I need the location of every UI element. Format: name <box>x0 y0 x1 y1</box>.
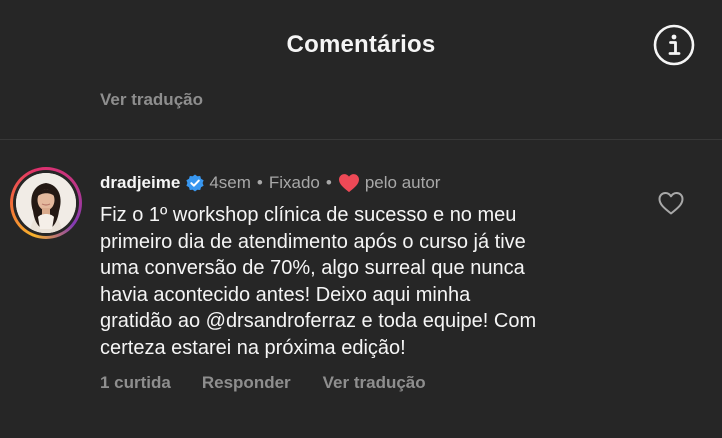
avatar-story-ring[interactable] <box>10 167 82 239</box>
comment-divider <box>0 139 722 140</box>
comment-body: Fiz o 1º workshop clínica de sucesso e n… <box>100 202 640 361</box>
liked-by-author-label: pelo autor <box>364 173 441 192</box>
comment-line: havia acontecido antes! Deixo aqui minha <box>100 283 471 306</box>
comment-line: uma conversão de 70%, algo surreal que n… <box>100 257 525 279</box>
comment-line: primeiro dia de atendimento após o curso… <box>100 230 526 253</box>
info-icon[interactable] <box>653 24 695 66</box>
comment-time: 4sem <box>209 173 251 192</box>
translate-button[interactable]: Ver tradução <box>323 373 426 393</box>
likes-count-button[interactable]: 1 curtida <box>100 373 171 393</box>
page-title: Comentários <box>286 31 436 58</box>
meta-separator: • <box>256 173 263 192</box>
previous-comment-translate-link[interactable]: Ver tradução <box>100 90 203 110</box>
heart-filled-icon <box>338 174 359 193</box>
reply-button[interactable]: Responder <box>202 373 291 393</box>
verified-badge-icon <box>186 174 204 192</box>
avatar[interactable] <box>16 173 76 233</box>
comment-actions: 1 curtida Responder Ver tradução <box>100 372 426 394</box>
comment-username[interactable]: dradjeime <box>100 173 180 193</box>
pinned-label: Fixado <box>268 173 320 192</box>
comment-line: Fiz o 1º workshop clínica de sucesso e n… <box>100 204 517 226</box>
avatar-portrait-image <box>16 173 76 233</box>
comment-meta: dradjeime 4sem • Fixado • pelo autor <box>100 171 440 195</box>
meta-separator: • <box>325 173 332 192</box>
comment-line: certeza estarei na próxima edição! <box>100 336 406 359</box>
heart-outline-icon[interactable] <box>657 190 685 216</box>
comments-header: Comentários <box>0 0 722 96</box>
comment-line: gratidão ao @drsandroferraz e toda equip… <box>100 310 537 332</box>
